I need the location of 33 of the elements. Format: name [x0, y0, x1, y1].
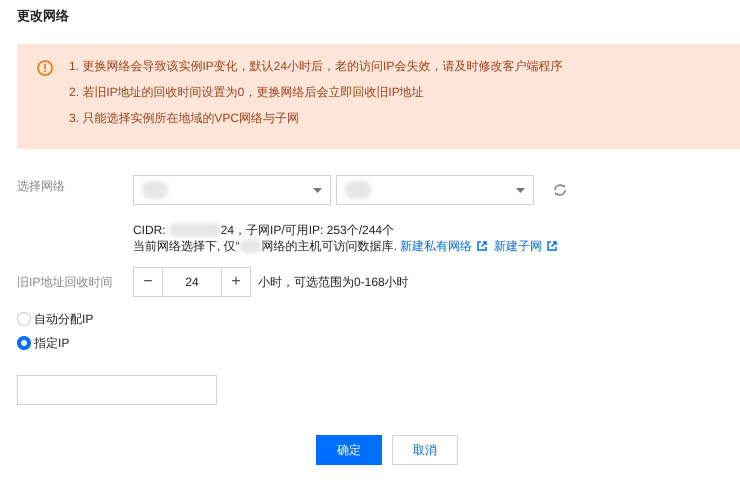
- range-hint: 小时，可选范围为0-168小时: [258, 274, 409, 290]
- radio-option[interactable]: 自动分配IP: [17, 311, 740, 327]
- network-note: 当前网络选择下, 仅“: [133, 238, 240, 254]
- decrement-button[interactable]: −: [133, 267, 163, 297]
- increment-button[interactable]: +: [221, 267, 251, 297]
- hours-input[interactable]: 24: [163, 267, 221, 297]
- confirm-button[interactable]: 确定: [316, 435, 382, 465]
- blurred-value: [168, 223, 221, 237]
- create-link[interactable]: 新建私有网络: [400, 238, 472, 254]
- alert-text: 3. 只能选择实例所在地域的VPC网络与子网: [69, 110, 300, 126]
- cidr-info: 24，子网IP/可用IP: 253个/244个: [220, 222, 394, 238]
- network-select[interactable]: [133, 175, 331, 205]
- warning-icon: [37, 60, 53, 76]
- external-link-icon: [547, 241, 558, 251]
- blurred-value: [240, 239, 262, 253]
- caret-icon: [516, 188, 525, 192]
- blurred-value: [345, 181, 371, 199]
- blurred-value: [142, 181, 168, 199]
- radio-option[interactable]: 指定IP: [17, 335, 740, 351]
- alert-text: 1. 更换网络会导致该实例IP变化，默认24小时后，老的访问IP会失效，请及时修改客户端程序: [69, 58, 562, 74]
- field-label: 选择网络: [17, 178, 66, 195]
- ip-input[interactable]: [17, 375, 217, 405]
- cidr-label: CIDR:: [133, 222, 166, 238]
- caret-icon: [313, 188, 322, 192]
- refresh-icon[interactable]: [553, 183, 567, 197]
- field-label: 旧IP地址回收时间: [17, 274, 114, 290]
- alert-text: 2. 若旧IP地址的回收时间设置为0，更换网络后会立即回收旧IP地址: [69, 84, 425, 100]
- create-link[interactable]: 新建子网: [494, 238, 542, 254]
- network-note: 网络的主机可访问数据库.: [262, 238, 398, 254]
- network-select[interactable]: [336, 175, 534, 205]
- external-link-icon: [477, 241, 488, 251]
- dialog-title: 更改网络: [16, 7, 70, 25]
- cancel-button[interactable]: 取消: [392, 435, 458, 465]
